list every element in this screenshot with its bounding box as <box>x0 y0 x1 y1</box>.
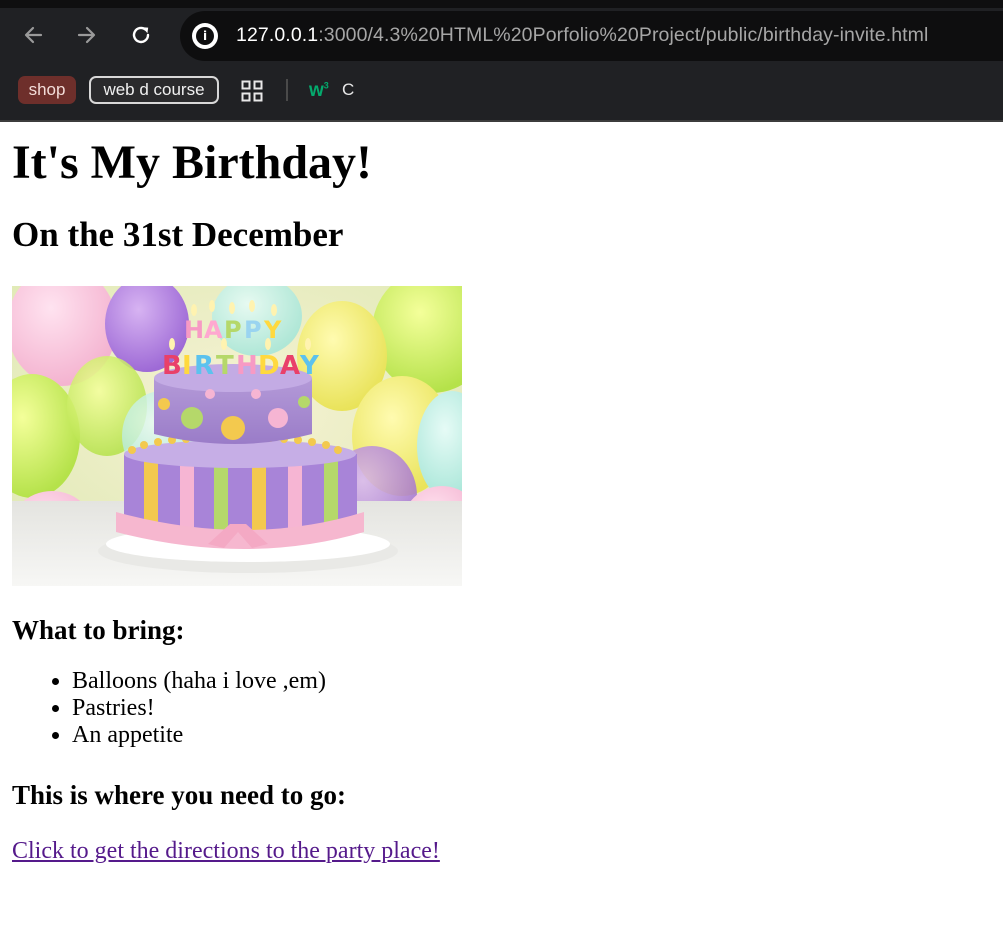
birthday-cake-image: H A P P Y B I R T H D A Y <box>12 286 462 586</box>
forward-arrow-icon[interactable] <box>70 18 104 52</box>
svg-text:Y: Y <box>263 316 282 344</box>
svg-text:T: T <box>216 351 234 381</box>
tab-strip-edge <box>0 0 1003 8</box>
navigation-bar: i 127.0.0.1:3000/4.3%20HTML%20Porfolio%2… <box>0 8 1003 62</box>
svg-text:P: P <box>244 316 262 344</box>
bookmark-shop[interactable]: shop <box>18 76 76 104</box>
svg-text:H: H <box>236 351 258 381</box>
reload-icon[interactable] <box>124 18 158 52</box>
list-item: An appetite <box>72 722 1003 749</box>
bookmark-web-d-course[interactable]: web d course <box>89 76 219 104</box>
svg-text:H: H <box>184 316 204 344</box>
bookmarks-bar: shop web d course w3 C <box>0 70 1003 110</box>
browser-chrome: i 127.0.0.1:3000/4.3%20HTML%20Porfolio%2… <box>0 0 1003 122</box>
svg-text:A: A <box>204 316 223 344</box>
svg-text:Y: Y <box>299 351 320 381</box>
page-title: It's My Birthday! <box>12 136 372 189</box>
w3-superscript: 3 <box>323 80 329 91</box>
chrome-divider <box>0 120 1003 122</box>
svg-text:R: R <box>194 351 214 381</box>
page-content: It's My Birthday! On the 31st December H… <box>0 136 1003 865</box>
party-date: On the 31st December <box>12 215 344 254</box>
bookmarks-divider <box>286 79 288 101</box>
bookmark-c[interactable]: C <box>342 80 354 100</box>
w3-letter: w <box>309 80 324 101</box>
svg-text:A: A <box>280 351 300 381</box>
url-text[interactable]: 127.0.0.1:3000/4.3%20HTML%20Porfolio%20P… <box>236 24 928 47</box>
bring-heading: What to bring: <box>12 615 185 645</box>
apps-grid-icon[interactable] <box>241 80 263 107</box>
directions-link[interactable]: Click to get the directions to the party… <box>12 837 440 865</box>
address-bar[interactable]: i 127.0.0.1:3000/4.3%20HTML%20Porfolio%2… <box>180 11 1003 61</box>
info-icon[interactable]: i <box>192 23 218 49</box>
w3schools-icon[interactable]: w3 <box>309 80 329 102</box>
url-path: :3000/4.3%20HTML%20Porfolio%20Project/pu… <box>318 24 929 46</box>
list-item: Pastries! <box>72 695 1003 722</box>
url-host: 127.0.0.1 <box>236 24 319 46</box>
where-heading: This is where you need to go: <box>12 780 347 810</box>
svg-text:D: D <box>258 351 280 381</box>
bring-list: Balloons (haha i love ,em) Pastries! An … <box>12 668 1003 749</box>
svg-text:P: P <box>224 316 242 344</box>
list-item: Balloons (haha i love ,em) <box>72 668 1003 695</box>
back-arrow-icon[interactable] <box>16 18 50 52</box>
svg-text:I: I <box>182 351 192 381</box>
svg-text:B: B <box>162 351 182 381</box>
